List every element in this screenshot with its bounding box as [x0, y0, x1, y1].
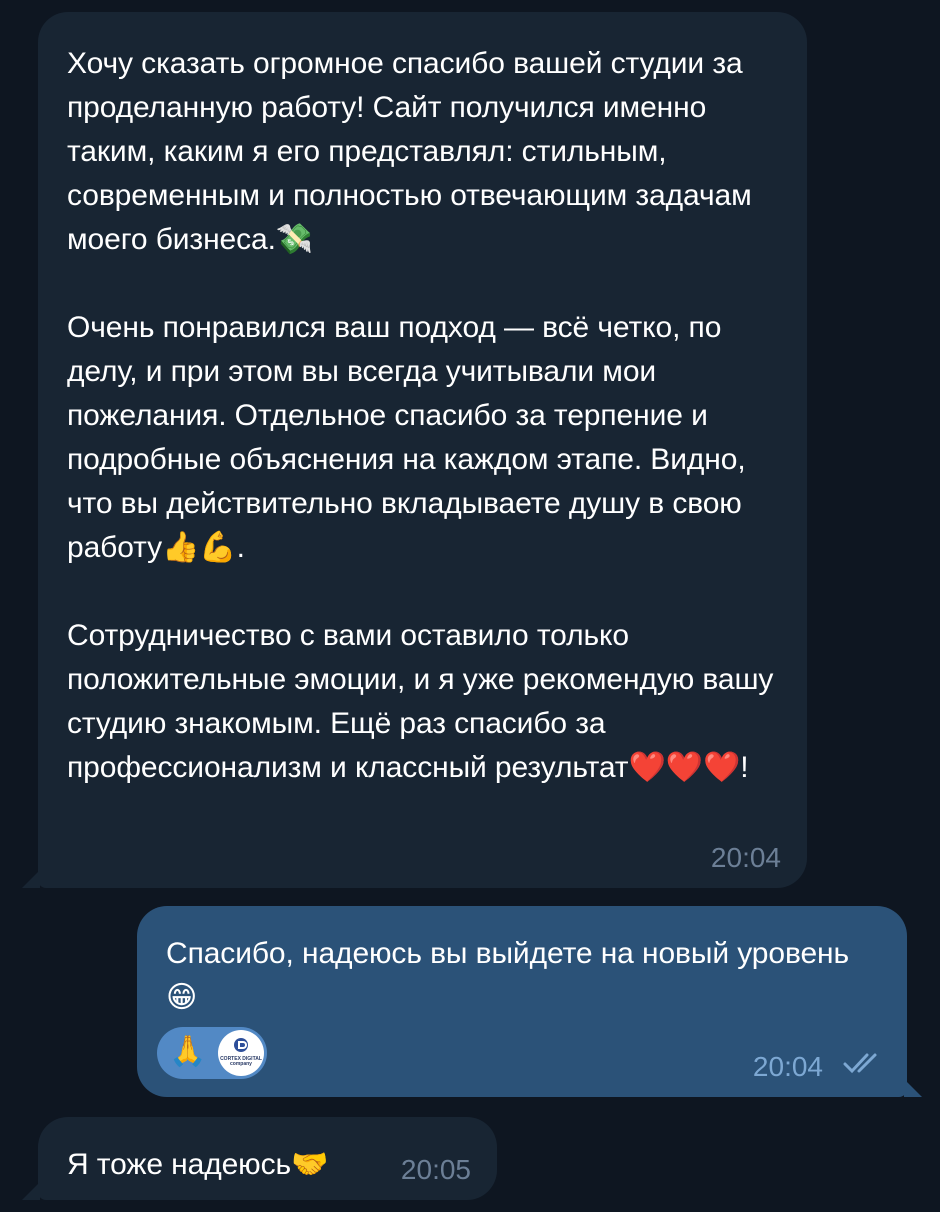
message-timestamp: 20:04 [710, 842, 781, 873]
message-timestamp: 20:05 [400, 1154, 471, 1185]
incoming-message-bubble[interactable]: Я тоже надеюсь🤝 20:05 [38, 1117, 497, 1200]
reactor-avatar: CORTEX DIGITAL company [218, 1030, 264, 1076]
incoming-message-bubble[interactable]: Хочу сказать огромное спасибо вашей студ… [38, 12, 807, 888]
message-timestamp: 20:04 [752, 1051, 823, 1082]
money-with-wings-emoji: 💸 [275, 222, 314, 257]
avatar-label: CORTEX DIGITAL company [220, 1056, 262, 1067]
outgoing-message-bubble[interactable]: Спасибо, надеюсь вы выйдете на новый уро… [137, 906, 907, 1097]
red-heart-emoji: ❤️❤️❤️ [628, 750, 741, 785]
bubble-tail [904, 1079, 922, 1097]
reaction-pill[interactable]: 🙏 CORTEX DIGITAL company [157, 1027, 267, 1079]
folded-hands-reaction-icon: 🙏 [169, 1034, 207, 1069]
bubble-tail [22, 1182, 40, 1200]
message-paragraph: Очень понравился ваш подход — всё четко,… [67, 311, 746, 565]
message-paragraph: Хочу сказать огромное спасибо вашей студ… [67, 47, 752, 257]
read-double-check-icon [843, 1053, 877, 1074]
handshake-emoji: 🤝 [291, 1147, 329, 1182]
message-paragraph: Сотрудничество с вами оставило только по… [67, 619, 774, 785]
cortex-logo-icon [234, 1038, 248, 1052]
bubble-tail [22, 870, 40, 888]
thumbs-up-flexed-biceps-emoji: 👍💪 [162, 530, 237, 565]
message-paragraph: Спасибо, надеюсь вы выйдете на новый уро… [166, 937, 850, 1015]
grinning-face-emoji: 😁 [166, 980, 198, 1015]
